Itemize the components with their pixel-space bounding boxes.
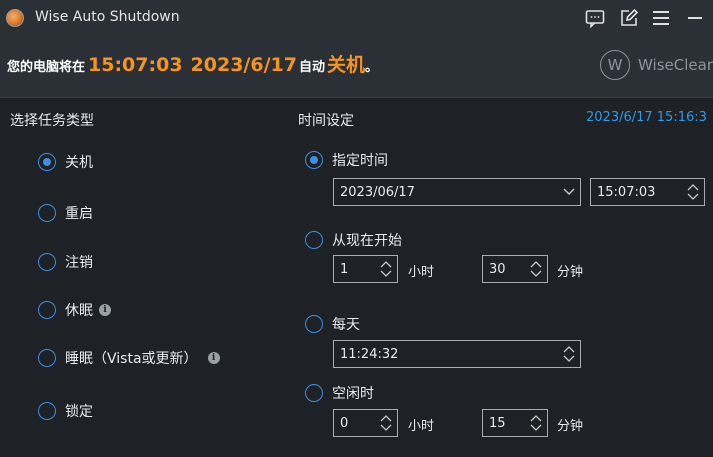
radio-label: 重启 bbox=[65, 206, 93, 222]
from-now-hours-stepper[interactable]: 1 bbox=[333, 255, 398, 283]
from-now-minutes-stepper[interactable]: 30 bbox=[482, 255, 548, 283]
feedback-icon[interactable] bbox=[583, 6, 607, 30]
radio-specified-time[interactable]: 指定时间 bbox=[305, 150, 388, 170]
spinner-down-icon bbox=[530, 424, 542, 431]
current-clock: 2023/6/17 15:16:3 bbox=[586, 110, 707, 125]
minutes-unit: 分钟 bbox=[557, 419, 584, 434]
hours-unit: 小时 bbox=[408, 419, 435, 434]
banner-suffix: 。 bbox=[365, 60, 379, 75]
brand-label: WiseClear bbox=[638, 56, 713, 74]
radio-restart[interactable]: 重启 bbox=[38, 203, 93, 223]
radio-label: 每天 bbox=[332, 317, 360, 333]
radio-label: 睡眠（Vista或更新） bbox=[65, 351, 198, 367]
hours-unit: 小时 bbox=[408, 265, 435, 280]
radio-shutdown[interactable]: 关机 bbox=[38, 152, 93, 172]
info-icon[interactable]: i bbox=[207, 352, 220, 364]
radio-indicator[interactable] bbox=[305, 384, 323, 402]
radio-indicator[interactable] bbox=[38, 402, 56, 420]
radio-logoff[interactable]: 注销 bbox=[38, 252, 93, 272]
radio-daily[interactable]: 每天 bbox=[305, 314, 360, 334]
radio-indicator[interactable] bbox=[38, 153, 56, 171]
hours-value: 1 bbox=[340, 261, 349, 277]
date-picker[interactable]: 2023/06/17 bbox=[333, 178, 581, 206]
wiseclear-brand[interactable]: W WiseClear bbox=[600, 50, 713, 80]
spinner-down-icon bbox=[380, 424, 392, 431]
app-title: Wise Auto Shutdown bbox=[35, 9, 180, 25]
minutes-unit: 分钟 bbox=[557, 265, 584, 280]
edit-icon[interactable] bbox=[617, 6, 641, 30]
idle-minutes-stepper[interactable]: 15 bbox=[482, 409, 548, 437]
date-value: 2023/06/17 bbox=[340, 184, 415, 200]
radio-idle[interactable]: 空闲时 bbox=[305, 383, 374, 403]
radio-from-now[interactable]: 从现在开始 bbox=[305, 230, 402, 250]
spinner-up-icon bbox=[563, 346, 575, 353]
banner-prefix: 您的电脑将在 bbox=[7, 60, 86, 75]
time-picker[interactable]: 15:07:03 bbox=[590, 178, 705, 206]
wiseclear-logo-icon: W bbox=[600, 50, 631, 80]
radio-label: 锁定 bbox=[65, 404, 93, 420]
minutes-value: 15 bbox=[489, 415, 506, 431]
menu-icon[interactable] bbox=[649, 6, 673, 30]
time-spinner[interactable] bbox=[682, 179, 704, 205]
spinner-down-icon bbox=[563, 355, 575, 362]
daily-time-value: 11:24:32 bbox=[340, 346, 399, 362]
radio-label: 从现在开始 bbox=[332, 233, 402, 249]
radio-lock[interactable]: 锁定 bbox=[38, 401, 93, 421]
radio-indicator[interactable] bbox=[38, 204, 56, 222]
spinner-down-icon bbox=[687, 193, 699, 200]
time-settings-heading: 时间设定 bbox=[298, 113, 354, 129]
title-bar: Wise Auto Shutdown bbox=[0, 0, 713, 36]
spinner-down-icon bbox=[530, 270, 542, 277]
spinner-up-icon bbox=[530, 415, 542, 422]
banner-date: 2023/6/17 bbox=[190, 54, 297, 76]
info-icon[interactable]: i bbox=[99, 304, 111, 316]
spinner-up-icon bbox=[687, 184, 699, 191]
radio-indicator[interactable] bbox=[38, 253, 56, 271]
minimize-icon[interactable] bbox=[683, 6, 707, 30]
radio-sleep[interactable]: 睡眠（Vista或更新） i bbox=[38, 348, 220, 368]
radio-indicator[interactable] bbox=[305, 315, 323, 333]
minutes-spinner[interactable] bbox=[525, 410, 547, 436]
hours-value: 0 bbox=[340, 415, 349, 431]
schedule-banner: 您的电脑将在 15:07:03 2023/6/17 自动 关机 。 W Wise… bbox=[0, 36, 713, 98]
banner-action: 关机 bbox=[326, 54, 365, 76]
radio-label: 注销 bbox=[65, 255, 93, 271]
spinner-up-icon bbox=[380, 261, 392, 268]
radio-label: 关机 bbox=[65, 155, 93, 171]
daily-time-picker[interactable]: 11:24:32 bbox=[333, 340, 581, 368]
app-logo-icon bbox=[6, 9, 24, 27]
schedule-summary: 您的电脑将在 15:07:03 2023/6/17 自动 关机 。 bbox=[7, 50, 378, 77]
radio-label: 空闲时 bbox=[332, 386, 374, 402]
radio-indicator[interactable] bbox=[38, 301, 56, 319]
radio-indicator[interactable] bbox=[38, 349, 56, 367]
hours-spinner[interactable] bbox=[375, 410, 397, 436]
banner-middle: 自动 bbox=[298, 60, 325, 75]
minutes-value: 30 bbox=[489, 261, 506, 277]
radio-hibernate[interactable]: 休眠 i bbox=[38, 300, 111, 320]
radio-label: 休眠 bbox=[65, 303, 93, 319]
task-type-heading: 选择任务类型 bbox=[10, 113, 94, 129]
spinner-up-icon bbox=[530, 261, 542, 268]
radio-indicator[interactable] bbox=[305, 151, 323, 169]
chevron-down-icon[interactable] bbox=[558, 179, 580, 205]
idle-hours-stepper[interactable]: 0 bbox=[333, 409, 398, 437]
spinner-up-icon bbox=[380, 415, 392, 422]
daily-time-spinner[interactable] bbox=[558, 341, 580, 367]
time-value: 15:07:03 bbox=[597, 184, 656, 200]
spinner-down-icon bbox=[380, 270, 392, 277]
banner-time: 15:07:03 bbox=[88, 54, 183, 76]
minutes-spinner[interactable] bbox=[525, 256, 547, 282]
radio-label: 指定时间 bbox=[332, 153, 388, 169]
radio-indicator[interactable] bbox=[305, 231, 323, 249]
hours-spinner[interactable] bbox=[375, 256, 397, 282]
